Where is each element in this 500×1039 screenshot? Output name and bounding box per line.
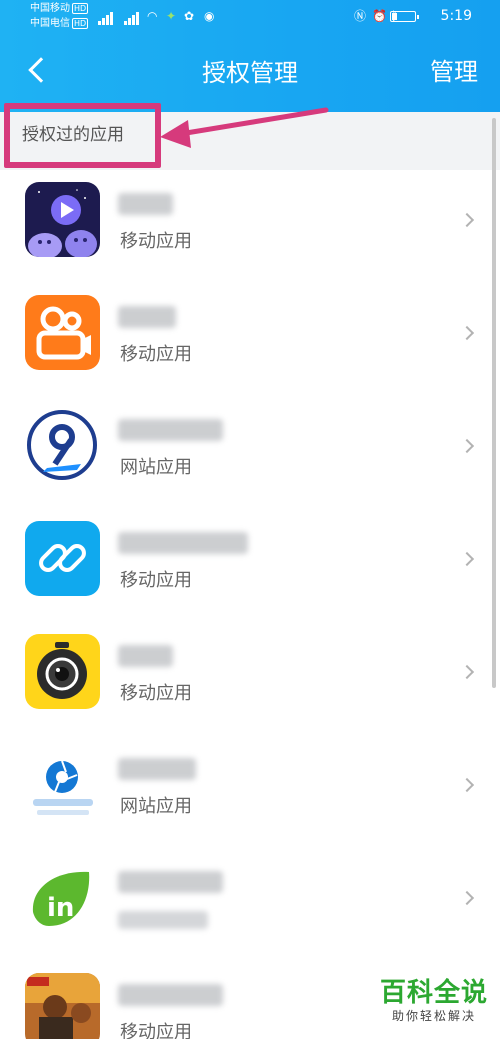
- chevron-right-icon: [459, 551, 475, 567]
- carrier-1-label: 中国移动: [30, 3, 70, 14]
- chevron-right-icon: [459, 777, 475, 793]
- watermark-title: 百科全说: [379, 978, 488, 1008]
- app-type: 移动应用: [120, 1022, 192, 1039]
- app-type: 移动应用: [120, 683, 192, 704]
- app-name-blurred: [118, 193, 173, 215]
- huawei-icon: ✿: [184, 9, 195, 23]
- circle-9-logo-icon: [25, 408, 100, 483]
- list-item[interactable]: in: [0, 848, 500, 961]
- chevron-right-icon: [459, 664, 475, 680]
- in-leaf-icon: in: [25, 860, 100, 935]
- chevron-right-icon: [459, 890, 475, 906]
- app-type: 移动应用: [120, 570, 192, 591]
- alarm-icon: ⏰: [372, 9, 387, 23]
- list-item[interactable]: 移动应用: [0, 622, 500, 735]
- app-name-blurred: [118, 984, 223, 1006]
- hd-badge-1: HD: [72, 3, 89, 14]
- moon-video-icon: [25, 182, 100, 257]
- watermark-subtitle: 助你轻松解决: [391, 1009, 476, 1023]
- svg-text:in: in: [47, 893, 74, 923]
- list-item[interactable]: 移动应用: [0, 283, 500, 396]
- hd-badge-2: HD: [72, 18, 89, 29]
- app-name-blurred: [118, 645, 173, 667]
- manage-button[interactable]: 管理: [430, 56, 478, 88]
- list-item[interactable]: 网站应用: [0, 735, 500, 848]
- scrollbar[interactable]: [492, 118, 496, 688]
- app-type: 网站应用: [120, 796, 192, 817]
- signal-icon-1: [92, 9, 116, 25]
- battery-icon: [390, 11, 419, 22]
- app-notification-icon: ✦: [166, 9, 177, 23]
- app-name-blurred: [118, 419, 223, 441]
- cloud-icon: ◉: [204, 9, 215, 23]
- nfc-icon: Ⓝ: [354, 9, 367, 23]
- list-item[interactable]: 移动应用: [0, 509, 500, 622]
- app-name-blurred: [118, 758, 196, 780]
- page-title: 授权管理: [202, 59, 298, 87]
- app-type: 网站应用: [120, 457, 192, 478]
- wifi-icon: ◠: [147, 9, 158, 23]
- link-icon: [25, 521, 100, 596]
- list-item[interactable]: 网站应用: [0, 396, 500, 509]
- app-name-blurred: [118, 871, 223, 893]
- camera-lens-icon: [25, 634, 100, 709]
- signal-icon-2: [118, 9, 142, 25]
- kuaishou-camera-icon: [25, 295, 100, 370]
- carrier-2: 中国电信 HD: [30, 18, 89, 30]
- carrier-1: 中国移动 HD: [30, 3, 89, 15]
- list-item[interactable]: 移动应用: [0, 170, 500, 283]
- top-bar: 中国移动HD 中国电信HD ◠ ✦ ✿ ◉ Ⓝ ⏰ ᛒ 5:19 授权管理 管理: [0, 0, 500, 112]
- carrier-2-label: 中国电信: [30, 18, 70, 29]
- section-label: 授权过的应用: [4, 103, 161, 168]
- chevron-right-icon: [459, 212, 475, 228]
- app-type: 移动应用: [120, 231, 192, 252]
- status-bar: 中国移动HD 中国电信HD ◠ ✦ ✿ ◉ Ⓝ ⏰ ᛒ 5:19: [0, 0, 500, 34]
- watermark: 百科全说 助你轻松解决: [380, 978, 488, 1024]
- chevron-right-icon: [459, 438, 475, 454]
- app-name-blurred: [118, 306, 176, 328]
- app-type: 移动应用: [120, 344, 192, 365]
- annotation-arrow-icon: [160, 107, 329, 148]
- chevron-right-icon: [459, 325, 475, 341]
- status-time: 5:19: [440, 8, 472, 24]
- aperture-logo-icon: [25, 747, 100, 822]
- game-poster-icon: [25, 973, 100, 1039]
- app-type-blurred: [118, 911, 208, 929]
- app-name-blurred: [118, 532, 248, 554]
